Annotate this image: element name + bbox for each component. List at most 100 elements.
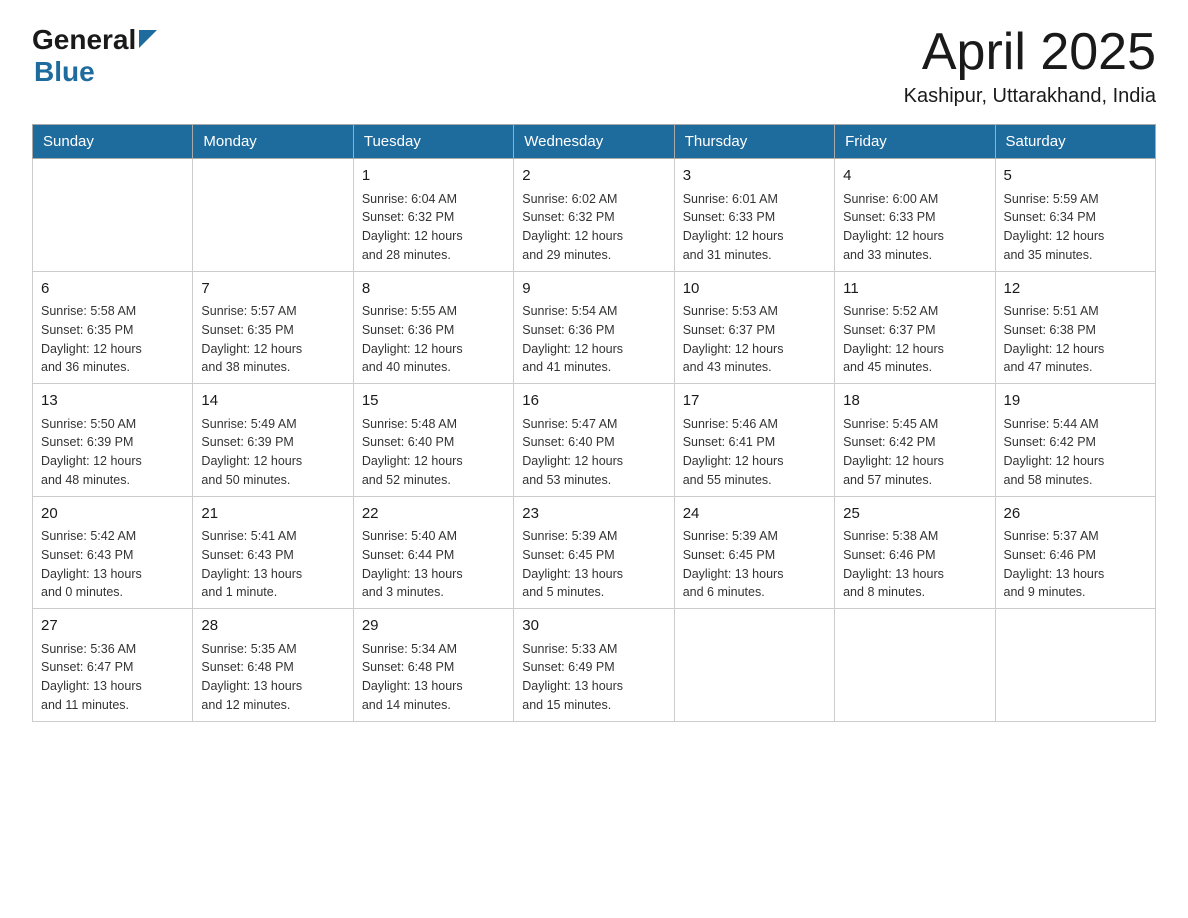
day-info: Sunrise: 5:40 AM Sunset: 6:44 PM Dayligh… [362, 527, 505, 602]
day-number: 4 [843, 165, 986, 188]
day-info: Sunrise: 5:55 AM Sunset: 6:36 PM Dayligh… [362, 302, 505, 377]
day-info: Sunrise: 5:47 AM Sunset: 6:40 PM Dayligh… [522, 415, 665, 490]
calendar-cell: 11Sunrise: 5:52 AM Sunset: 6:37 PM Dayli… [835, 271, 995, 384]
calendar-cell: 22Sunrise: 5:40 AM Sunset: 6:44 PM Dayli… [353, 496, 513, 609]
calendar-cell: 23Sunrise: 5:39 AM Sunset: 6:45 PM Dayli… [514, 496, 674, 609]
calendar-cell: 27Sunrise: 5:36 AM Sunset: 6:47 PM Dayli… [33, 609, 193, 722]
day-info: Sunrise: 5:54 AM Sunset: 6:36 PM Dayligh… [522, 302, 665, 377]
day-number: 18 [843, 390, 986, 413]
day-number: 26 [1004, 503, 1147, 526]
weekday-header: Tuesday [353, 125, 513, 159]
calendar-cell [193, 159, 353, 272]
day-number: 30 [522, 615, 665, 638]
day-number: 28 [201, 615, 344, 638]
day-info: Sunrise: 5:39 AM Sunset: 6:45 PM Dayligh… [522, 527, 665, 602]
calendar-cell: 6Sunrise: 5:58 AM Sunset: 6:35 PM Daylig… [33, 271, 193, 384]
day-number: 17 [683, 390, 826, 413]
calendar-cell: 4Sunrise: 6:00 AM Sunset: 6:33 PM Daylig… [835, 159, 995, 272]
calendar-table: SundayMondayTuesdayWednesdayThursdayFrid… [32, 124, 1156, 722]
weekday-header: Monday [193, 125, 353, 159]
calendar-cell: 19Sunrise: 5:44 AM Sunset: 6:42 PM Dayli… [995, 384, 1155, 497]
calendar-cell: 7Sunrise: 5:57 AM Sunset: 6:35 PM Daylig… [193, 271, 353, 384]
calendar-cell: 12Sunrise: 5:51 AM Sunset: 6:38 PM Dayli… [995, 271, 1155, 384]
day-number: 11 [843, 278, 986, 301]
location-text: Kashipur, Uttarakhand, India [904, 85, 1156, 108]
month-year-title: April 2025 [904, 24, 1156, 81]
day-number: 8 [362, 278, 505, 301]
calendar-cell [33, 159, 193, 272]
calendar-week-row: 13Sunrise: 5:50 AM Sunset: 6:39 PM Dayli… [33, 384, 1156, 497]
day-info: Sunrise: 5:50 AM Sunset: 6:39 PM Dayligh… [41, 415, 184, 490]
calendar-cell: 5Sunrise: 5:59 AM Sunset: 6:34 PM Daylig… [995, 159, 1155, 272]
calendar-cell: 17Sunrise: 5:46 AM Sunset: 6:41 PM Dayli… [674, 384, 834, 497]
day-info: Sunrise: 6:01 AM Sunset: 6:33 PM Dayligh… [683, 190, 826, 265]
calendar-cell: 1Sunrise: 6:04 AM Sunset: 6:32 PM Daylig… [353, 159, 513, 272]
calendar-week-row: 27Sunrise: 5:36 AM Sunset: 6:47 PM Dayli… [33, 609, 1156, 722]
calendar-cell: 20Sunrise: 5:42 AM Sunset: 6:43 PM Dayli… [33, 496, 193, 609]
calendar-week-row: 6Sunrise: 5:58 AM Sunset: 6:35 PM Daylig… [33, 271, 1156, 384]
day-info: Sunrise: 5:53 AM Sunset: 6:37 PM Dayligh… [683, 302, 826, 377]
logo-general-text: General [32, 24, 136, 56]
calendar-week-row: 1Sunrise: 6:04 AM Sunset: 6:32 PM Daylig… [33, 159, 1156, 272]
day-number: 21 [201, 503, 344, 526]
day-info: Sunrise: 5:38 AM Sunset: 6:46 PM Dayligh… [843, 527, 986, 602]
day-info: Sunrise: 5:39 AM Sunset: 6:45 PM Dayligh… [683, 527, 826, 602]
calendar-cell: 10Sunrise: 5:53 AM Sunset: 6:37 PM Dayli… [674, 271, 834, 384]
calendar-cell: 21Sunrise: 5:41 AM Sunset: 6:43 PM Dayli… [193, 496, 353, 609]
calendar-cell: 29Sunrise: 5:34 AM Sunset: 6:48 PM Dayli… [353, 609, 513, 722]
weekday-header: Sunday [33, 125, 193, 159]
day-info: Sunrise: 6:04 AM Sunset: 6:32 PM Dayligh… [362, 190, 505, 265]
calendar-cell [995, 609, 1155, 722]
calendar-cell: 14Sunrise: 5:49 AM Sunset: 6:39 PM Dayli… [193, 384, 353, 497]
logo-arrow-icon [139, 30, 157, 53]
calendar-week-row: 20Sunrise: 5:42 AM Sunset: 6:43 PM Dayli… [33, 496, 1156, 609]
calendar-cell: 15Sunrise: 5:48 AM Sunset: 6:40 PM Dayli… [353, 384, 513, 497]
day-info: Sunrise: 5:51 AM Sunset: 6:38 PM Dayligh… [1004, 302, 1147, 377]
weekday-header: Friday [835, 125, 995, 159]
day-info: Sunrise: 5:48 AM Sunset: 6:40 PM Dayligh… [362, 415, 505, 490]
day-number: 20 [41, 503, 184, 526]
calendar-cell: 16Sunrise: 5:47 AM Sunset: 6:40 PM Dayli… [514, 384, 674, 497]
weekday-header-row: SundayMondayTuesdayWednesdayThursdayFrid… [33, 125, 1156, 159]
calendar-cell [835, 609, 995, 722]
day-number: 13 [41, 390, 184, 413]
calendar-cell: 26Sunrise: 5:37 AM Sunset: 6:46 PM Dayli… [995, 496, 1155, 609]
day-number: 12 [1004, 278, 1147, 301]
calendar-cell: 28Sunrise: 5:35 AM Sunset: 6:48 PM Dayli… [193, 609, 353, 722]
day-number: 27 [41, 615, 184, 638]
title-section: April 2025 Kashipur, Uttarakhand, India [904, 24, 1156, 108]
calendar-cell: 25Sunrise: 5:38 AM Sunset: 6:46 PM Dayli… [835, 496, 995, 609]
day-info: Sunrise: 5:35 AM Sunset: 6:48 PM Dayligh… [201, 640, 344, 715]
day-number: 19 [1004, 390, 1147, 413]
day-info: Sunrise: 5:57 AM Sunset: 6:35 PM Dayligh… [201, 302, 344, 377]
day-info: Sunrise: 5:33 AM Sunset: 6:49 PM Dayligh… [522, 640, 665, 715]
day-info: Sunrise: 5:37 AM Sunset: 6:46 PM Dayligh… [1004, 527, 1147, 602]
day-number: 23 [522, 503, 665, 526]
day-number: 16 [522, 390, 665, 413]
day-number: 9 [522, 278, 665, 301]
day-number: 24 [683, 503, 826, 526]
day-info: Sunrise: 5:58 AM Sunset: 6:35 PM Dayligh… [41, 302, 184, 377]
day-info: Sunrise: 5:44 AM Sunset: 6:42 PM Dayligh… [1004, 415, 1147, 490]
day-number: 14 [201, 390, 344, 413]
page-header: General Blue April 2025 Kashipur, Uttara… [32, 24, 1156, 108]
day-number: 1 [362, 165, 505, 188]
day-number: 3 [683, 165, 826, 188]
day-info: Sunrise: 5:36 AM Sunset: 6:47 PM Dayligh… [41, 640, 184, 715]
day-number: 25 [843, 503, 986, 526]
calendar-cell: 24Sunrise: 5:39 AM Sunset: 6:45 PM Dayli… [674, 496, 834, 609]
day-info: Sunrise: 5:41 AM Sunset: 6:43 PM Dayligh… [201, 527, 344, 602]
weekday-header: Saturday [995, 125, 1155, 159]
day-number: 6 [41, 278, 184, 301]
day-info: Sunrise: 6:02 AM Sunset: 6:32 PM Dayligh… [522, 190, 665, 265]
logo-blue-text: Blue [34, 56, 95, 87]
calendar-cell: 30Sunrise: 5:33 AM Sunset: 6:49 PM Dayli… [514, 609, 674, 722]
day-info: Sunrise: 5:34 AM Sunset: 6:48 PM Dayligh… [362, 640, 505, 715]
day-info: Sunrise: 5:46 AM Sunset: 6:41 PM Dayligh… [683, 415, 826, 490]
weekday-header: Wednesday [514, 125, 674, 159]
calendar-cell [674, 609, 834, 722]
day-number: 7 [201, 278, 344, 301]
day-info: Sunrise: 5:59 AM Sunset: 6:34 PM Dayligh… [1004, 190, 1147, 265]
weekday-header: Thursday [674, 125, 834, 159]
day-number: 10 [683, 278, 826, 301]
